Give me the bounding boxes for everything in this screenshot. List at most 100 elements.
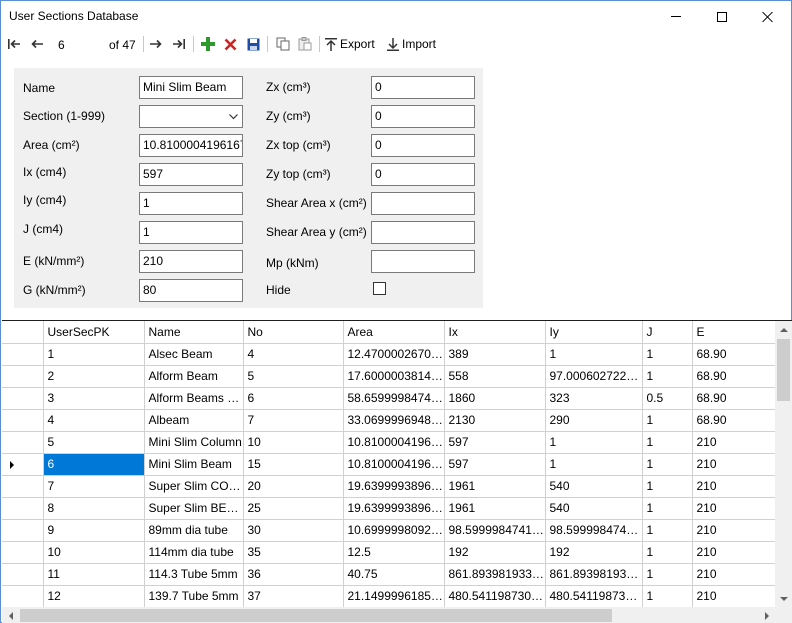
table-cell[interactable]: 68.90	[692, 409, 775, 432]
row-header[interactable]	[2, 585, 44, 607]
row-header[interactable]	[2, 387, 44, 410]
hide-checkbox[interactable]	[373, 282, 386, 295]
row-header-corner[interactable]	[2, 321, 44, 344]
table-cell[interactable]: 210	[692, 475, 775, 498]
table-cell[interactable]: 597	[444, 431, 546, 454]
table-cell[interactable]: 1	[642, 497, 693, 520]
table-cell[interactable]: Albeam	[144, 409, 244, 432]
section-dropdown[interactable]	[139, 105, 243, 128]
column-header[interactable]: Area	[343, 321, 445, 344]
table-cell[interactable]: 10	[43, 541, 145, 564]
table-cell[interactable]: 192	[545, 541, 643, 564]
table-cell[interactable]: 210	[692, 563, 775, 586]
j-field[interactable]: 1	[139, 221, 243, 244]
vertical-scroll-thumb[interactable]	[777, 339, 790, 401]
e-field[interactable]: 210	[139, 250, 243, 273]
table-cell[interactable]: 30	[243, 519, 344, 542]
table-row[interactable]: 6 Mini Slim Beam 15 10.81000041961... 597 1 1 2…	[2, 453, 775, 476]
table-cell[interactable]: 25	[243, 497, 344, 520]
table-cell[interactable]: 1	[642, 585, 693, 607]
ix-field[interactable]: 597	[139, 163, 243, 186]
delete-button[interactable]	[220, 34, 240, 54]
table-cell[interactable]: 4	[243, 343, 344, 366]
table-row[interactable]: 7Super Slim COLU...2019.63999938964...19…	[2, 475, 775, 498]
add-new-button[interactable]	[198, 34, 218, 54]
table-cell[interactable]: 33.06999969482...	[343, 409, 445, 432]
table-cell[interactable]: 15	[243, 453, 344, 476]
table-row[interactable]: 11 114.3 Tube 5mm 36 40.75 861.8939819335...…	[2, 563, 775, 586]
row-header[interactable]	[2, 431, 44, 454]
table-cell[interactable]: 97.00060272216...	[545, 365, 643, 388]
mp-field[interactable]	[371, 250, 475, 273]
table-cell[interactable]: 1	[642, 343, 693, 366]
table-cell[interactable]: 389	[444, 343, 546, 366]
table-cell[interactable]: 35	[243, 541, 344, 564]
table-row[interactable]: 2 Alform Beam 5 17.60000038146... 558 97.0006…	[2, 365, 775, 388]
table-cell[interactable]: 0.5	[642, 387, 693, 410]
column-header[interactable]: J	[642, 321, 693, 344]
table-cell[interactable]: 323	[545, 387, 643, 410]
table-cell[interactable]: 10.81000041961...	[343, 453, 445, 476]
table-cell[interactable]: 12.47000026702...	[343, 343, 445, 366]
table-cell[interactable]: Alform Beam	[144, 365, 244, 388]
table-row[interactable]: 3 Alform Beams at ... 6 58.65999984741... 18…	[2, 387, 775, 410]
table-cell[interactable]: 19.63999938964...	[343, 475, 445, 498]
table-cell[interactable]: 861.8939819335...	[545, 563, 643, 586]
row-header[interactable]	[2, 409, 44, 432]
table-cell[interactable]: 480.5411987304...	[545, 585, 643, 607]
table-cell[interactable]: 540	[545, 475, 643, 498]
name-field[interactable]: Mini Slim Beam	[139, 76, 243, 99]
row-header[interactable]	[2, 563, 44, 586]
table-cell[interactable]: 58.65999984741...	[343, 387, 445, 410]
scroll-left-button[interactable]	[2, 607, 19, 623]
table-cell[interactable]: 290	[545, 409, 643, 432]
table-cell[interactable]: 17.60000038146...	[343, 365, 445, 388]
table-cell[interactable]: 8	[43, 497, 145, 520]
row-header[interactable]	[2, 343, 44, 366]
table-cell[interactable]: 210	[692, 519, 775, 542]
zx-field[interactable]: 0	[371, 76, 475, 99]
table-cell[interactable]: 3	[43, 387, 145, 410]
table-cell[interactable]: 5	[43, 431, 145, 454]
column-header[interactable]: No	[243, 321, 344, 344]
table-cell[interactable]: 114mm dia tube	[144, 541, 244, 564]
table-cell[interactable]: 10.81000041961...	[343, 431, 445, 454]
table-cell[interactable]: 68.90	[692, 365, 775, 388]
row-header[interactable]	[2, 475, 44, 498]
row-header[interactable]	[2, 497, 44, 520]
table-cell[interactable]: Mini Slim Column	[144, 431, 244, 454]
table-cell[interactable]: 37	[243, 585, 344, 607]
table-cell[interactable]: 11	[43, 563, 145, 586]
table-cell[interactable]: 1	[642, 409, 693, 432]
table-row[interactable]: 8 Super Slim BEAM 25 19.63999938964... 1961 5…	[2, 497, 775, 520]
table-cell[interactable]: 1	[642, 453, 693, 476]
table-cell[interactable]: 1	[642, 475, 693, 498]
shear-area-x-field[interactable]	[371, 192, 475, 215]
export-button[interactable]: Export	[325, 34, 381, 54]
table-cell[interactable]: 7	[43, 475, 145, 498]
column-header[interactable]: Ix	[444, 321, 546, 344]
table-cell[interactable]: 89mm dia tube	[144, 519, 244, 542]
table-cell[interactable]: Alform Beams at ...	[144, 387, 244, 410]
table-cell[interactable]: 20	[243, 475, 344, 498]
table-cell[interactable]: 480.5411987304...	[444, 585, 546, 607]
table-cell[interactable]: 1961	[444, 475, 546, 498]
table-cell[interactable]: 4	[43, 409, 145, 432]
table-cell[interactable]: 1	[43, 343, 145, 366]
table-cell[interactable]: Alsec Beam	[144, 343, 244, 366]
table-cell[interactable]: 7	[243, 409, 344, 432]
table-cell[interactable]: 98.59999847412...	[444, 519, 546, 542]
table-cell[interactable]: 1	[642, 563, 693, 586]
table-cell[interactable]: 9	[43, 519, 145, 542]
table-cell[interactable]: 2	[43, 365, 145, 388]
minimize-button[interactable]	[653, 1, 699, 32]
shear-area-y-field[interactable]	[371, 221, 475, 244]
table-cell[interactable]: 558	[444, 365, 546, 388]
table-cell[interactable]: Super Slim BEAM	[144, 497, 244, 520]
table-cell[interactable]: 1961	[444, 497, 546, 520]
column-header[interactable]: Iy	[545, 321, 643, 344]
table-cell[interactable]: Super Slim COLU...	[144, 475, 244, 498]
table-cell[interactable]: 1	[642, 431, 693, 454]
table-cell[interactable]: 6	[43, 453, 145, 476]
table-cell[interactable]: 861.8939819335...	[444, 563, 546, 586]
